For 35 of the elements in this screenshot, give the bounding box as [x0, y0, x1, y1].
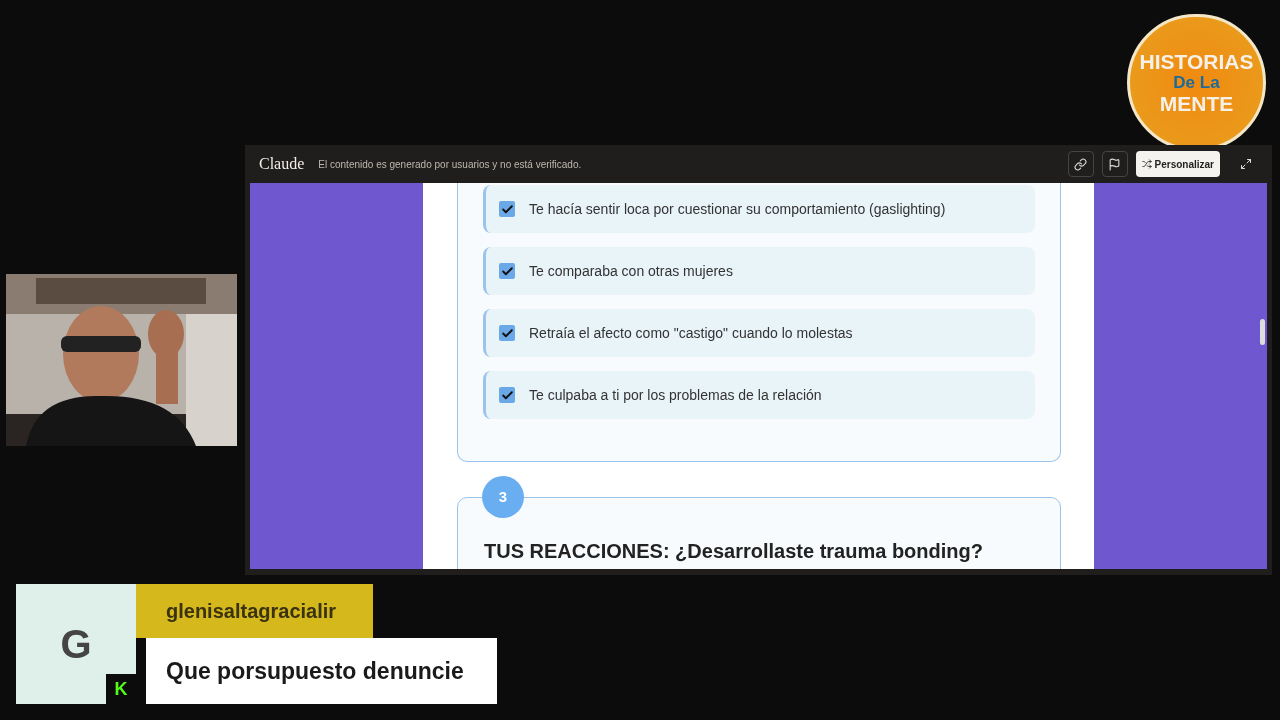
app-name: Claude: [259, 154, 305, 174]
item-text: Te hacía sentir loca por cuestionar su comportamiento (gaslighting): [529, 199, 946, 219]
checklist-item[interactable]: Te hacía sentir loca por cuestionar su comportamiento (gaslighting): [483, 185, 1035, 233]
logo-text: MENTE: [1159, 93, 1234, 114]
notice-text: El contenido es generado por usuarios y no está verificado.: [318, 157, 582, 172]
check-icon: [500, 264, 514, 278]
link-icon: [1074, 157, 1087, 171]
scrollbar-thumb[interactable]: [1260, 319, 1265, 345]
checkbox[interactable]: [499, 263, 515, 279]
step-badge: 3: [482, 476, 524, 518]
checkbox[interactable]: [499, 201, 515, 217]
section-title: TUS REACCIONES: ¿Desarrollaste trauma bonding?: [484, 540, 983, 562]
platform-badge: K: [106, 674, 136, 704]
item-text: Retraía el afecto como "castigo" cuando lo molestas: [529, 323, 853, 343]
flag-button[interactable]: [1101, 151, 1128, 177]
flag-icon: [1108, 157, 1121, 171]
customize-button[interactable]: Personalizar: [1135, 151, 1220, 177]
username: glenisaltagracialir: [166, 599, 337, 624]
message-text: Que porsupuesto denuncie: [166, 656, 464, 686]
checklist-item[interactable]: Te culpaba a ti por los problemas de la relación: [483, 371, 1035, 419]
item-text: Te culpaba a ti por los problemas de la relación: [529, 385, 822, 405]
check-icon: [500, 202, 514, 216]
logo-text: De La: [1173, 74, 1220, 91]
check-icon: [500, 388, 514, 402]
avatar-letter: G: [60, 621, 92, 668]
logo-text: HISTORIAS: [1139, 51, 1254, 72]
check-icon: [500, 326, 514, 340]
shuffle-icon: [1141, 159, 1152, 169]
checkbox[interactable]: [499, 325, 515, 341]
checkbox[interactable]: [499, 387, 515, 403]
expand-icon: [1240, 158, 1252, 170]
link-button[interactable]: [1067, 151, 1094, 177]
checklist-item[interactable]: Retraía el afecto como "castigo" cuando lo molestas: [483, 309, 1035, 357]
checklist-item[interactable]: Te comparaba con otras mujeres: [483, 247, 1035, 295]
item-text: Te comparaba con otras mujeres: [529, 261, 733, 281]
